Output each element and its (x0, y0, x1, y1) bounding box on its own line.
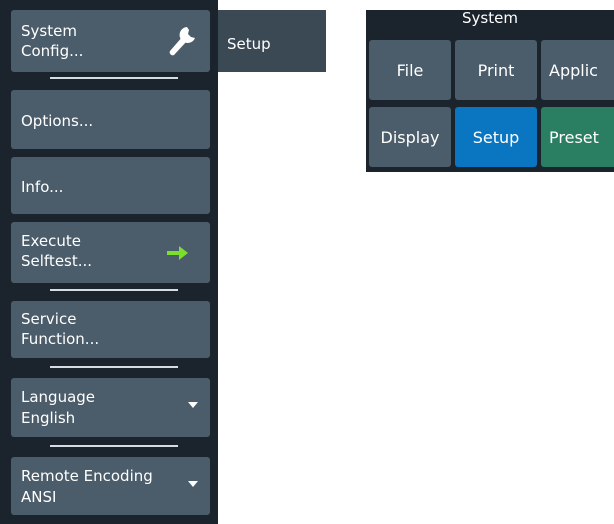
remote-encoding-value: ANSI (21, 488, 57, 506)
language-value: English (21, 409, 76, 427)
setup-tab[interactable]: Setup (218, 10, 326, 72)
preset-label: Preset (549, 127, 599, 147)
file-label: File (396, 60, 424, 80)
system-title: System (462, 10, 518, 27)
chevron-down-icon (188, 402, 198, 408)
separator (50, 445, 178, 447)
applic-label: Applic (549, 60, 598, 80)
setup-button[interactable]: Setup (455, 107, 537, 167)
arrow-right-icon (167, 246, 188, 260)
print-label: Print (477, 60, 515, 80)
remote-encoding-label: Remote Encoding (21, 467, 153, 485)
separator (50, 289, 178, 291)
separator (50, 366, 178, 368)
execute-selftest-button[interactable]: Execute Selftest... (11, 222, 210, 283)
execute-selftest-label-line1: Execute (21, 232, 81, 250)
language-selector[interactable]: Language English (11, 378, 210, 437)
display-button[interactable]: Display (369, 107, 451, 167)
separator (50, 77, 178, 79)
chevron-down-icon (188, 481, 198, 487)
info-label: Info... (21, 178, 64, 196)
display-label: Display (380, 127, 440, 147)
system-config-label-line1: System (21, 22, 77, 40)
service-function-label-line1: Service (21, 310, 77, 328)
file-button[interactable]: File (369, 40, 451, 100)
setup-label: Setup (472, 127, 520, 147)
setup-tab-label: Setup (227, 35, 271, 53)
preset-button[interactable]: Preset (541, 107, 614, 167)
system-keypad: System File Print Applic Display Setup P… (366, 10, 614, 172)
info-button[interactable]: Info... (11, 157, 210, 214)
service-function-button[interactable]: Service Function... (11, 301, 210, 358)
wrench-icon (169, 27, 195, 56)
system-config-label-line2: Config... (21, 42, 84, 60)
execute-selftest-label-line2: Selftest... (21, 252, 93, 270)
remote-encoding-selector[interactable]: Remote Encoding ANSI (11, 457, 210, 515)
service-function-label-line2: Function... (21, 330, 100, 348)
options-button[interactable]: Options... (11, 90, 210, 149)
language-label: Language (21, 388, 96, 406)
applic-button[interactable]: Applic (541, 40, 614, 100)
print-button[interactable]: Print (455, 40, 537, 100)
options-label: Options... (21, 112, 94, 130)
system-config-button[interactable]: System Config... (11, 10, 210, 72)
softkey-panel: System Config... Options... Info... Exec… (0, 0, 218, 524)
